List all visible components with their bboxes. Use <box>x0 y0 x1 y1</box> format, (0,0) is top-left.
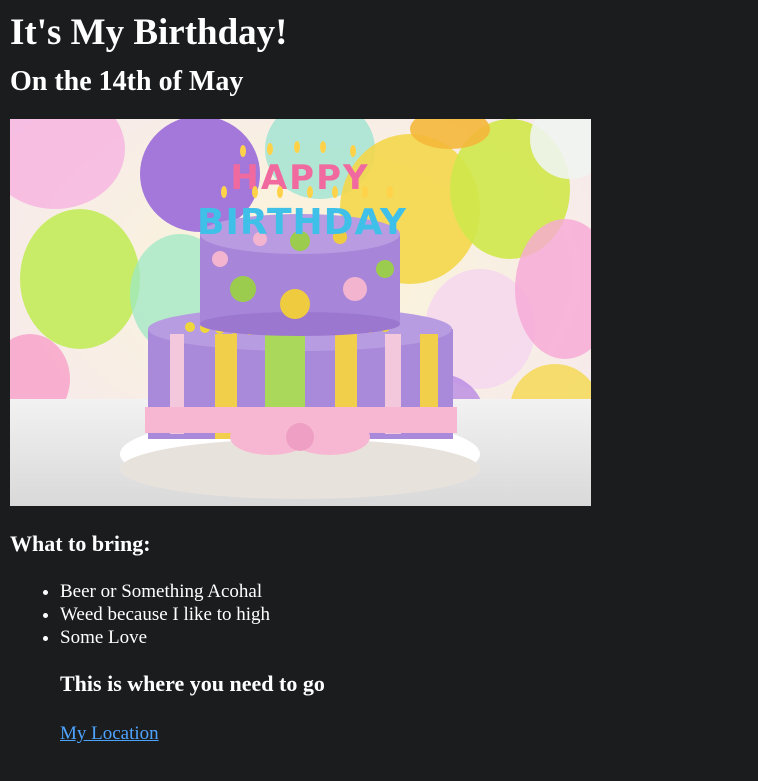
my-location-link[interactable]: My Location <box>60 723 159 745</box>
page-subtitle: On the 14th of May <box>10 66 244 97</box>
location-heading: This is where you need to go <box>60 671 325 696</box>
list-item: Beer or Something Acohal <box>60 580 748 603</box>
cake-birthday-text: BIRTHDAY <box>197 202 407 243</box>
what-to-bring-heading: What to bring: <box>10 531 151 556</box>
cake-happy-text: HAPPY <box>230 158 369 198</box>
birthday-cake-image: HAPPY BIRTHDAY <box>10 119 591 506</box>
list-item: Weed because I like to high <box>60 603 748 626</box>
location-section: This is where you need to go My Location <box>10 671 748 745</box>
list-item: Some Love <box>60 626 748 649</box>
bring-list: Beer or Something Acohal Weed because I … <box>10 580 748 649</box>
page-content: It's My Birthday! On the 14th of May HAP… <box>0 0 758 745</box>
